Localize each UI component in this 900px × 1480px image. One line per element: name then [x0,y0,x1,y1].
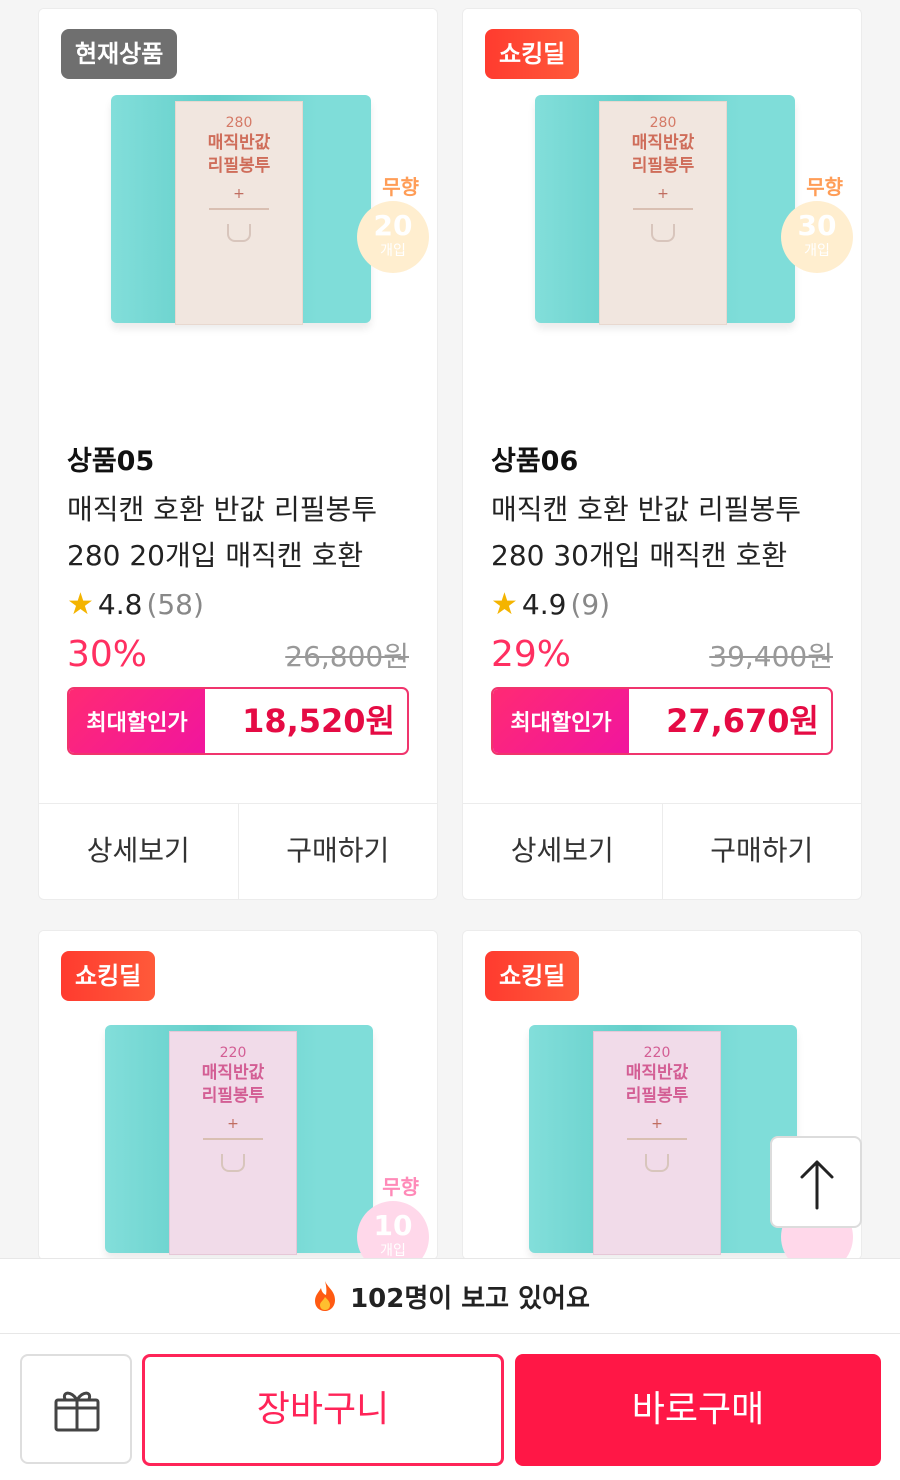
review-count: (9) [570,588,611,621]
package-label: 220 매직반값 리필봉투 + [169,1031,297,1255]
add-to-cart-button[interactable]: 장바구니 [142,1354,504,1466]
package-name-line2: 리필봉투 [631,156,695,176]
package-count: 30 [797,209,837,242]
package-size: 280 [649,115,677,131]
best-price-label: 최대할인가 [493,689,629,753]
product-rating: ★ 4.9 (9) [491,587,833,622]
product-title[interactable]: 매직캔 호환 반값 리필봉투 280 20개입 매직캔 호환 [67,487,409,579]
best-price: 18,520원 [242,702,395,740]
package-fine-print [203,1138,263,1140]
package-count-badge: 30 개입 [781,201,853,273]
package-count-badge: 20 개입 [357,201,429,273]
viewer-count-banner: 102명이 보고 있어요 [0,1258,900,1334]
product-card[interactable]: 쇼킹딜 280 매직반값 리필봉투 + 무향 30 개입 상품06 매직캔 호환… [462,8,862,900]
refill-package: 220 매직반값 리필봉투 + [529,1025,797,1255]
package-unit: 개입 [804,243,830,259]
product-card[interactable]: 쇼킹딜 220 매직반값 리필봉투 + 무향 10 개입 [38,930,438,1260]
purchase-button[interactable]: 구매하기 [237,804,438,899]
product-title[interactable]: 매직캔 호환 반값 리필봉투 280 30개입 매직캔 호환 [491,487,833,579]
product-code: 상품05 [67,446,155,477]
package-name-line1: 매직반값 [625,1063,689,1083]
plus-icon: + [233,186,245,202]
review-count: (58) [146,588,204,621]
scroll-top-button[interactable] [770,1136,862,1228]
product-info: 상품06 매직캔 호환 반값 리필봉투 280 30개입 매직캔 호환 ★ 4.… [463,429,861,755]
refill-package: 280 매직반값 리필봉투 + [111,95,371,325]
rating-score: 4.9 [521,588,567,621]
cup-icon [221,1154,245,1172]
package-name-line1: 매직반값 [207,133,271,153]
package-count: 20 [373,209,413,242]
shocking-deal-badge: 쇼킹딜 [485,29,580,79]
product-rating: ★ 4.8 (58) [67,587,409,622]
package-fine-print [209,208,269,210]
original-price: 26,800원 [285,640,409,673]
viewer-count-text: 102명이 보고 있어요 [350,1283,590,1314]
package-label: 280 매직반값 리필봉투 + [175,101,303,325]
purchase-bar: 장바구니 바로구매 [0,1334,900,1480]
best-price-box: 최대할인가 27,670원 [491,687,833,755]
discount-rate: 30% [67,634,148,675]
rating-score: 4.8 [97,588,143,621]
arrow-up-icon [800,1160,834,1210]
product-grid: 현재상품 280 매직반값 리필봉투 + 무향 20 개입 상품05 매직캔 호… [38,8,862,1260]
detail-button[interactable]: 상세보기 [39,804,238,899]
package-label: 280 매직반값 리필봉투 + [599,101,727,325]
package-size: 220 [643,1045,671,1061]
package-name-line2: 리필봉투 [625,1086,689,1106]
current-product-badge: 현재상품 [61,29,178,79]
fire-icon [315,1281,336,1311]
buy-now-button[interactable]: 바로구매 [515,1354,881,1466]
original-price: 39,400원 [709,640,833,673]
plus-icon: + [227,1116,239,1132]
detail-button[interactable]: 상세보기 [463,804,662,899]
package-name-line1: 매직반값 [631,133,695,153]
gift-icon [54,1391,100,1432]
package-count-badge: 10 개입 [357,1201,429,1259]
package-name-line2: 리필봉투 [207,156,271,176]
cup-icon [645,1154,669,1172]
refill-package: 280 매직반값 리필봉투 + [535,95,795,325]
cup-icon [651,224,675,242]
package-fine-print [633,208,693,210]
package-size: 280 [225,115,253,131]
purchase-button[interactable]: 구매하기 [661,804,862,899]
package-scent: 무향 [806,175,843,199]
star-icon: ★ [491,587,518,622]
package-unit: 개입 [380,243,406,259]
gift-button[interactable] [20,1354,132,1464]
product-info: 상품05 매직캔 호환 반값 리필봉투 280 20개입 매직캔 호환 ★ 4.… [39,429,437,755]
star-icon: ★ [67,587,94,622]
discount-rate: 29% [491,634,572,675]
product-list-screen: 현재상품 280 매직반값 리필봉투 + 무향 20 개입 상품05 매직캔 호… [0,0,900,1480]
plus-icon: + [657,186,669,202]
package-name-line1: 매직반값 [201,1063,265,1083]
cup-icon [227,224,251,242]
refill-package: 220 매직반값 리필봉투 + [105,1025,373,1255]
product-code: 상품06 [491,446,579,477]
package-label: 220 매직반값 리필봉투 + [593,1031,721,1255]
plus-icon: + [651,1116,663,1132]
best-price-box: 최대할인가 18,520원 [67,687,409,755]
best-price: 27,670원 [666,702,819,740]
product-title-line2: 280 30개입 매직캔 호환 [491,539,788,572]
shocking-deal-badge: 쇼킹딜 [485,951,580,1001]
package-unit: 개입 [380,1243,406,1259]
card-actions: 상세보기 구매하기 [39,803,437,899]
shocking-deal-badge: 쇼킹딜 [61,951,156,1001]
package-scent: 무향 [382,1175,419,1199]
product-title-line1: 매직캔 호환 반값 리필봉투 [491,493,802,526]
package-scent: 무향 [382,175,419,199]
product-card[interactable]: 현재상품 280 매직반값 리필봉투 + 무향 20 개입 상품05 매직캔 호… [38,8,438,900]
package-name-line2: 리필봉투 [201,1086,265,1106]
card-actions: 상세보기 구매하기 [463,803,861,899]
price-line: 30% 26,800원 [67,634,409,675]
product-title-line1: 매직캔 호환 반값 리필봉투 [67,493,378,526]
package-size: 220 [219,1045,247,1061]
best-price-label: 최대할인가 [69,689,205,753]
price-line: 29% 39,400원 [491,634,833,675]
package-fine-print [627,1138,687,1140]
product-title-line2: 280 20개입 매직캔 호환 [67,539,364,572]
package-count: 10 [373,1209,413,1242]
